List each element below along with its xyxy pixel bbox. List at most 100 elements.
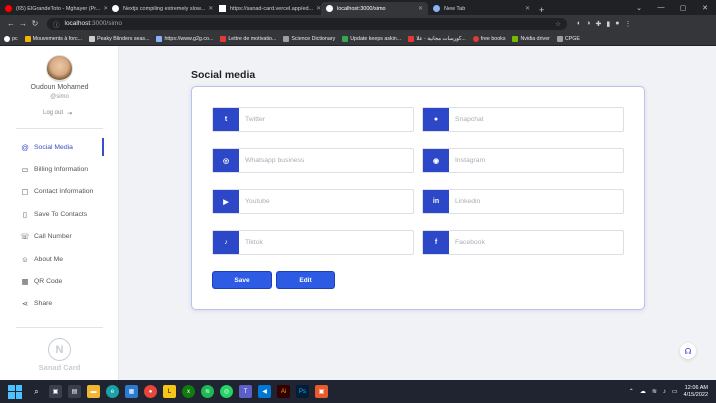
bookmark-star-icon[interactable]: ☆ bbox=[555, 20, 561, 28]
bookmark[interactable]: Mouvements à forc... bbox=[24, 35, 82, 42]
brand-name: Sanad Card bbox=[38, 363, 81, 372]
whatsapp-input[interactable] bbox=[239, 149, 413, 172]
sidebar-item-about-me[interactable]: ☺ About Me bbox=[0, 248, 119, 270]
youtube-input[interactable] bbox=[239, 190, 413, 213]
launcher-icon[interactable]: L bbox=[163, 385, 176, 398]
twitter-input[interactable] bbox=[239, 108, 413, 131]
browser-tab[interactable]: https://sanad-card.vercel.app/ed... ✕ bbox=[214, 2, 321, 15]
window-controls: ⌄ — ▢ ✕ bbox=[628, 0, 716, 15]
url-field[interactable]: ⓘ localhost:3000/simo ☆ bbox=[47, 17, 567, 30]
search-icon[interactable]: ⌕ bbox=[30, 385, 43, 398]
bookmark[interactable]: https://www.g2g.co... bbox=[156, 35, 213, 42]
brand-logo: N bbox=[48, 338, 71, 361]
extension-icon[interactable]: ◐ bbox=[577, 20, 581, 28]
bookmark-favicon-icon bbox=[156, 35, 163, 42]
battery-icon[interactable]: ▭ bbox=[672, 388, 678, 395]
store-icon[interactable]: ▦ bbox=[125, 385, 138, 398]
app-icon[interactable]: ▣ bbox=[315, 385, 328, 398]
reload-icon[interactable]: ↻ bbox=[29, 19, 41, 28]
close-icon[interactable]: ✕ bbox=[205, 5, 213, 12]
close-icon[interactable]: ✕ bbox=[415, 5, 423, 12]
chevron-up-icon[interactable]: ⌃ bbox=[629, 388, 634, 395]
whatsapp-icon: ◎ bbox=[213, 149, 239, 172]
bookmark[interactable]: Peaky Blinders seas... bbox=[89, 35, 149, 42]
sidebar-icon[interactable]: ▮ bbox=[606, 20, 610, 28]
bookmark[interactable]: Lettre de motivatio... bbox=[220, 35, 276, 42]
logout-link[interactable]: Log out ⇥ bbox=[43, 110, 72, 117]
wifi-icon[interactable]: ≋ bbox=[652, 388, 657, 395]
browser-tab-active[interactable]: localhost:3000/simo ✕ bbox=[321, 2, 428, 15]
bookmark-favicon-icon bbox=[342, 35, 349, 42]
bookmark[interactable]: pc bbox=[4, 35, 18, 42]
snapchat-icon: ● bbox=[423, 108, 449, 131]
snapchat-input[interactable] bbox=[449, 108, 623, 131]
browser-tab[interactable]: (65) ElGrandeToto - Mghayer (Pr... ✕ bbox=[0, 2, 107, 15]
browser-tab[interactable]: New Tab ✕ bbox=[428, 2, 535, 15]
widgets-icon[interactable]: ▤ bbox=[68, 385, 81, 398]
new-tab-button[interactable]: + bbox=[539, 5, 549, 15]
tiktok-field: ♪ bbox=[212, 230, 414, 255]
forward-icon[interactable]: → bbox=[17, 19, 29, 28]
windows-taskbar: ⌕ ▣ ▤ ▬ e ▦ ● L x ≋ ◎ T ◀ Ai Ps ▣ ⌃ ☁ ≋ … bbox=[0, 380, 716, 403]
bookmark-favicon-icon bbox=[283, 35, 290, 42]
clock[interactable]: 12:06 AM 4/15/2022 bbox=[684, 385, 708, 399]
whatsapp-app-icon[interactable]: ◎ bbox=[220, 385, 233, 398]
bookmark-favicon-icon bbox=[472, 35, 479, 42]
tab-search-icon[interactable]: ⌄ bbox=[628, 4, 650, 12]
bookmark[interactable]: Science Dictionary bbox=[283, 35, 335, 42]
at-icon: @ bbox=[21, 142, 29, 152]
minimize-icon[interactable]: — bbox=[650, 4, 672, 11]
instagram-input[interactable] bbox=[449, 149, 623, 172]
bookmark[interactable]: Nvidia driver bbox=[512, 35, 550, 42]
sidebar-item-share[interactable]: ⋖ Share bbox=[0, 293, 119, 315]
puzzle-icon[interactable]: ✚ bbox=[595, 20, 601, 28]
bookmark[interactable]: CPGE bbox=[556, 35, 580, 42]
teams-icon[interactable]: T bbox=[239, 385, 252, 398]
explorer-icon[interactable]: ▬ bbox=[87, 385, 100, 398]
spotify-icon[interactable]: ≋ bbox=[201, 385, 214, 398]
tiktok-input[interactable] bbox=[239, 231, 413, 254]
profile-icon[interactable]: ● bbox=[615, 20, 619, 28]
sidebar-item-qr-code[interactable]: ▦ QR Code bbox=[0, 270, 119, 292]
twitter-icon: t bbox=[213, 108, 239, 131]
app-page: Oudoun Mohamed @simo Log out ⇥ @ Social Me… bbox=[0, 46, 716, 380]
bookmark[interactable]: free books bbox=[472, 35, 505, 42]
xbox-icon[interactable]: x bbox=[182, 385, 195, 398]
twitter-field: t bbox=[212, 107, 414, 132]
extension-icon[interactable]: ◑ bbox=[586, 20, 590, 28]
browser-tab[interactable]: Nextjs compiling extremely slow... ✕ bbox=[107, 2, 214, 15]
onedrive-icon[interactable]: ☁ bbox=[640, 388, 646, 395]
close-window-icon[interactable]: ✕ bbox=[694, 4, 716, 12]
windows-start-icon[interactable] bbox=[8, 384, 22, 399]
photoshop-icon[interactable]: Ps bbox=[296, 385, 309, 398]
linkedin-input[interactable] bbox=[449, 190, 623, 213]
back-icon[interactable]: ← bbox=[5, 19, 17, 28]
illustrator-icon[interactable]: Ai bbox=[277, 385, 290, 398]
facebook-input[interactable] bbox=[449, 231, 623, 254]
chrome-icon[interactable]: ● bbox=[144, 385, 157, 398]
sidebar-item-call-number[interactable]: ☏ Call Number bbox=[0, 226, 119, 248]
sidebar-item-social-media[interactable]: @ Social Media bbox=[0, 136, 119, 158]
menu-icon[interactable]: ⋮ bbox=[624, 20, 631, 28]
bookmark[interactable]: Update keeps askin... bbox=[342, 35, 401, 42]
sidebar-item-billing-information[interactable]: ▭ Billing Information bbox=[0, 158, 119, 180]
bookmark-favicon-icon bbox=[24, 35, 31, 42]
instagram-field: ◉ bbox=[422, 148, 624, 173]
vscode-icon[interactable]: ◀ bbox=[258, 385, 271, 398]
edge-icon[interactable]: e bbox=[106, 385, 119, 398]
save-button[interactable]: Save bbox=[212, 271, 272, 289]
sidebar-item-save-to-contacts[interactable]: ▯ Save To Contacts bbox=[0, 203, 119, 225]
volume-icon[interactable]: ♪ bbox=[663, 389, 666, 395]
close-icon[interactable]: ✕ bbox=[522, 5, 530, 12]
maximize-icon[interactable]: ▢ bbox=[672, 4, 694, 12]
bookmark[interactable]: كورسات مجانية - علا... bbox=[408, 35, 466, 42]
github-icon bbox=[4, 35, 10, 42]
task-view-icon[interactable]: ▣ bbox=[49, 385, 62, 398]
edit-button[interactable]: Edit bbox=[276, 271, 335, 289]
tab-title: (65) ElGrandeToto - Mghayer (Pr... bbox=[16, 5, 101, 12]
close-icon[interactable]: ✕ bbox=[313, 5, 321, 12]
sidebar-item-contact-information[interactable]: ▢ Contact Information bbox=[0, 181, 119, 203]
support-headset-icon[interactable]: ☊ bbox=[680, 343, 696, 359]
close-icon[interactable]: ✕ bbox=[100, 5, 107, 12]
tab-title: Nextjs compiling extremely slow... bbox=[123, 5, 206, 12]
